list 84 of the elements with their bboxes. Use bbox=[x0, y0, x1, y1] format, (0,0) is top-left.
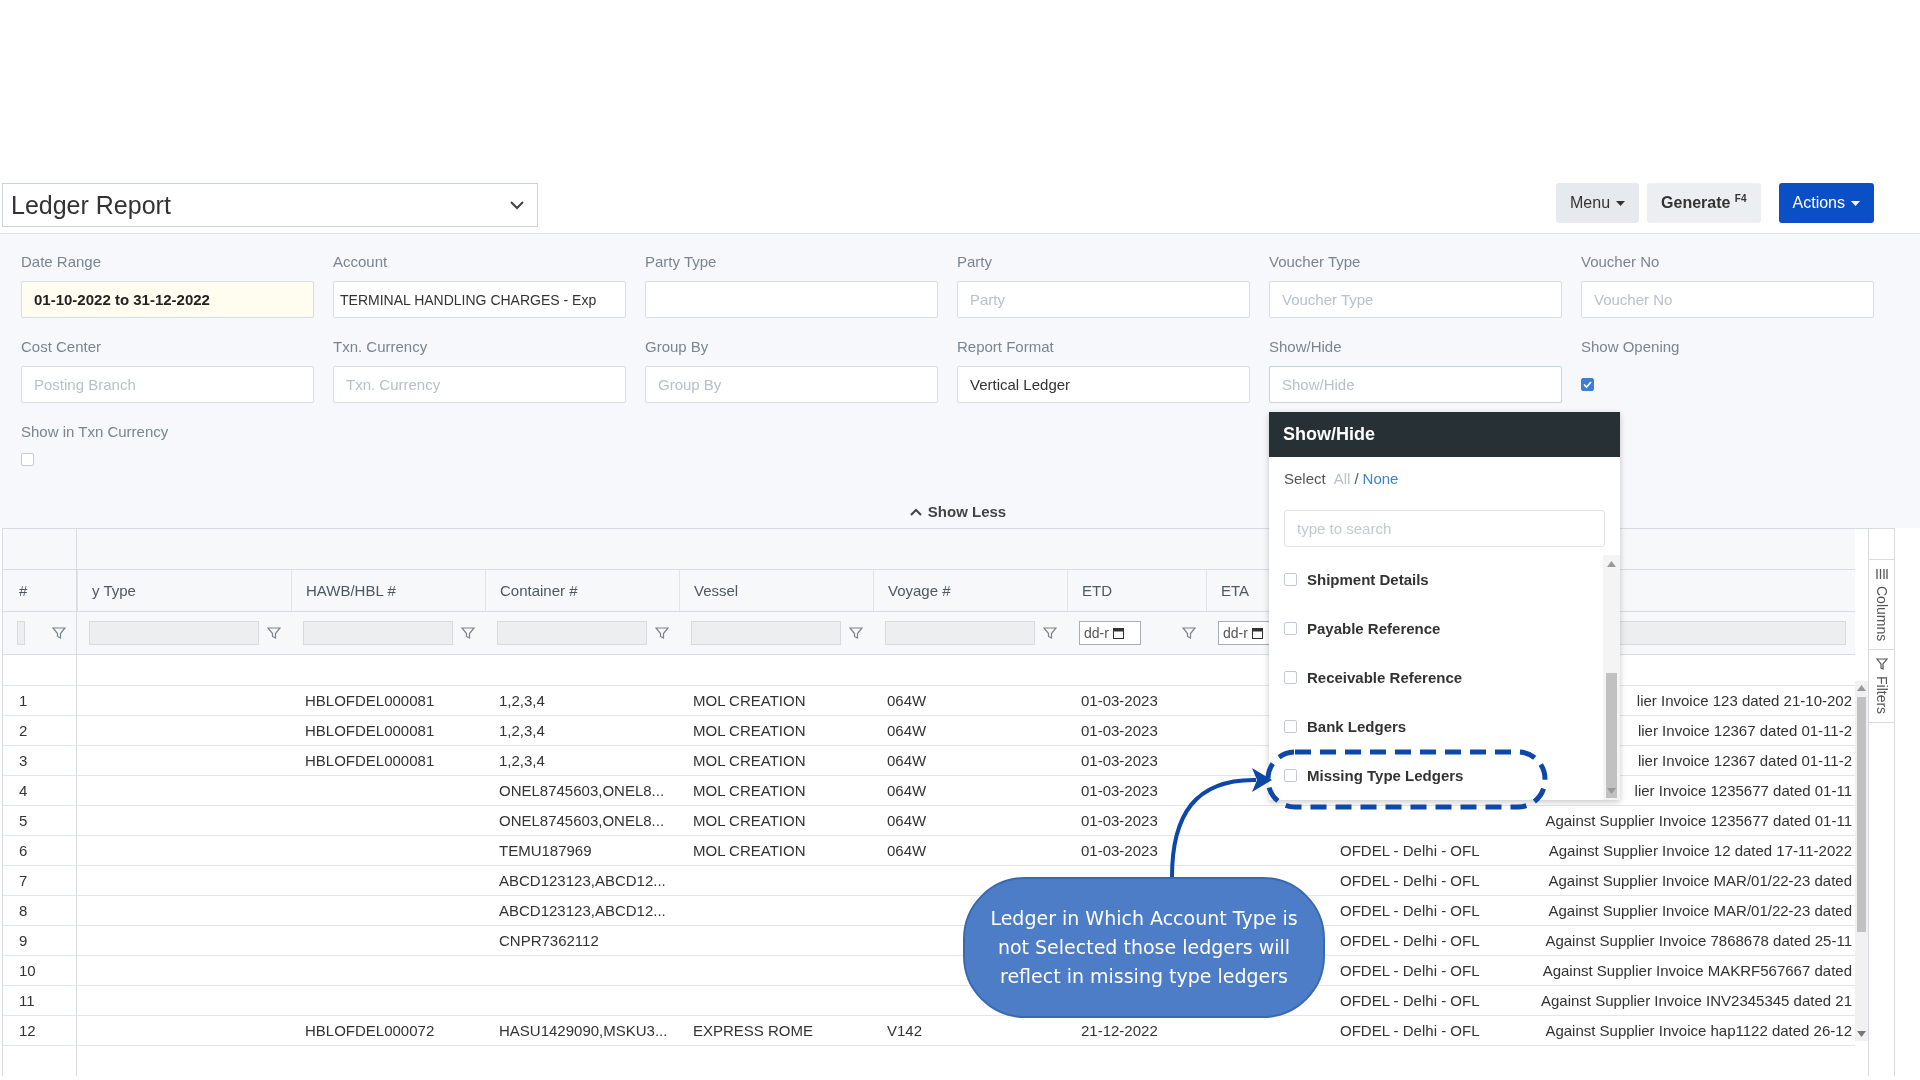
table-cell: 4 bbox=[3, 776, 77, 805]
field-label: Account bbox=[333, 252, 389, 272]
table-cell-text: 1,2,3,4 bbox=[498, 691, 546, 711]
table-cell-text: OFDEL - Delhi - OFL bbox=[1339, 961, 1481, 981]
field-label: Group By bbox=[645, 337, 710, 357]
field-label: Party bbox=[957, 252, 993, 272]
table-cell-text: 21-12-2022 bbox=[1080, 1021, 1159, 1041]
table-cell-text: 01-03-2023 bbox=[1080, 751, 1159, 771]
field-label: Show in Txn Currency bbox=[21, 422, 170, 442]
table-cell: Against Supplier Invoice INV2345345 dated 21 bbox=[1540, 992, 1852, 1009]
table-cell-text: 064W bbox=[886, 721, 928, 741]
table-cell-text: MOL CREATION bbox=[692, 721, 807, 741]
field-label: Show/Hide bbox=[1269, 337, 1343, 357]
table-cell-text: MOL CREATION bbox=[692, 811, 807, 831]
report-title: Ledger Report bbox=[11, 190, 171, 220]
table-cell: Against Supplier Invoice 12 dated 17-11-2022 bbox=[1548, 842, 1852, 859]
table-cell-text: EXPRESS ROME bbox=[692, 1021, 815, 1041]
table-cell-text: 01-03-2023 bbox=[1080, 691, 1159, 711]
table-cell-text: OFDEL - Delhi - OFL bbox=[1339, 991, 1481, 1011]
table-cell-text: 01-03-2023 bbox=[1080, 781, 1159, 801]
table-cell-text: 1,2,3,4 bbox=[498, 721, 546, 741]
table-cell: Against Supplier Invoice 1235677 dated 01-11 bbox=[1545, 812, 1852, 829]
table-cell-text: HBLOFDEL000081 bbox=[304, 691, 436, 711]
table-cell: 5 bbox=[3, 806, 77, 835]
field-label: Cost Center bbox=[21, 337, 103, 357]
table-cell-text: MOL CREATION bbox=[692, 841, 807, 861]
table-cell: 8 bbox=[3, 896, 77, 925]
table-cell: 12 bbox=[3, 1016, 77, 1045]
table-cell-text: HBLOFDEL000081 bbox=[304, 721, 436, 741]
table-cell-text: OFDEL - Delhi - OFL bbox=[1339, 1021, 1481, 1041]
table-cell-text: HASU1429090,MSKU3... bbox=[498, 1021, 669, 1041]
table-cell-text: 064W bbox=[886, 751, 928, 771]
table-cell-text: ONEL8745603,ONEL8... bbox=[498, 781, 666, 801]
table-cell: Against Supplier Invoice hap1122 dated 26-12 bbox=[1545, 1022, 1852, 1039]
table-cell: Against Supplier Invoice 7868678 dated 25-11 bbox=[1545, 932, 1852, 949]
table-cell-text: ABCD123123,ABCD12... bbox=[498, 871, 667, 891]
table-cell: 2 bbox=[3, 716, 77, 745]
table-cell: 9 bbox=[3, 926, 77, 955]
table-cell-text: MOL CREATION bbox=[692, 691, 807, 711]
annotation-callout: Ledger in Which Account Type is not Selected those ledgers will reflect in missing type ledgers bbox=[963, 877, 1325, 1018]
table-cell-text: ABCD123123,ABCD12... bbox=[498, 901, 667, 921]
table-cell-text: OFDEL - Delhi - OFL bbox=[1339, 901, 1481, 921]
table-cell-text: CNPR7362112 bbox=[498, 931, 600, 951]
table-cell: Against Supplier Invoice MAR/01/22-23 dated bbox=[1548, 872, 1852, 889]
table-cell: lier Invoice 12367 dated 01-11-2 bbox=[1637, 722, 1852, 739]
table-cell-text: OFDEL - Delhi - OFL bbox=[1339, 931, 1481, 951]
table-cell: 3 bbox=[3, 746, 77, 775]
field-label: Date Range bbox=[21, 252, 103, 272]
table-cell-text: 064W bbox=[886, 811, 928, 831]
table-cell-text: OFDEL - Delhi - OFL bbox=[1339, 871, 1481, 891]
table-cell: 11 bbox=[3, 986, 77, 1015]
table-cell: lier Invoice 12367 dated 01-11-2 bbox=[1637, 752, 1852, 769]
table-cell-text: 064W bbox=[886, 841, 928, 861]
table-cell: 7 bbox=[3, 866, 77, 895]
select-label: Select bbox=[1284, 470, 1326, 488]
table-cell-text: 01-03-2023 bbox=[1080, 811, 1159, 831]
table-cell: lier Invoice 1235677 dated 01-11 bbox=[1634, 782, 1852, 799]
table-cell-text: 1,2,3,4 bbox=[498, 751, 546, 771]
field-label: Voucher Type bbox=[1269, 252, 1362, 272]
field-label: Show Opening bbox=[1581, 337, 1681, 357]
table-cell-text: 01-03-2023 bbox=[1080, 721, 1159, 741]
table-cell-text: TEMU187969 bbox=[498, 841, 593, 861]
table-cell-text: MOL CREATION bbox=[692, 781, 807, 801]
table-cell-text: OFDEL - Delhi - OFL bbox=[1339, 841, 1481, 861]
table-cell-text: HBLOFDEL000072 bbox=[304, 1021, 436, 1041]
table-cell: 1 bbox=[3, 686, 77, 715]
table-cell: 10 bbox=[3, 956, 77, 985]
table-cell-text: 01-03-2023 bbox=[1080, 841, 1159, 861]
field-label: Party Type bbox=[645, 252, 718, 272]
table-cell: Against Supplier Invoice MAR/01/22-23 dated bbox=[1548, 902, 1852, 919]
dropdown-header: Show/Hide bbox=[1269, 412, 1620, 457]
field-label: Voucher No bbox=[1581, 252, 1661, 272]
table-cell-text: V142 bbox=[886, 1021, 924, 1041]
field-label: Report Format bbox=[957, 337, 1055, 357]
field-label: Txn. Currency bbox=[333, 337, 429, 357]
table-cell-text: HBLOFDEL000081 bbox=[304, 751, 436, 771]
table-cell-text: 064W bbox=[886, 781, 928, 801]
table-cell: lier Invoice 123 dated 21-10-202 bbox=[1636, 692, 1852, 709]
table-cell-text: 064W bbox=[886, 691, 928, 711]
table-cell: 6 bbox=[3, 836, 77, 865]
separator-text: / bbox=[1354, 470, 1359, 488]
table-cell-text: MOL CREATION bbox=[692, 751, 807, 771]
table-cell: Against Supplier Invoice MAKRF567667 dated bbox=[1542, 962, 1852, 979]
table-cell-text: ONEL8745603,ONEL8... bbox=[498, 811, 666, 831]
